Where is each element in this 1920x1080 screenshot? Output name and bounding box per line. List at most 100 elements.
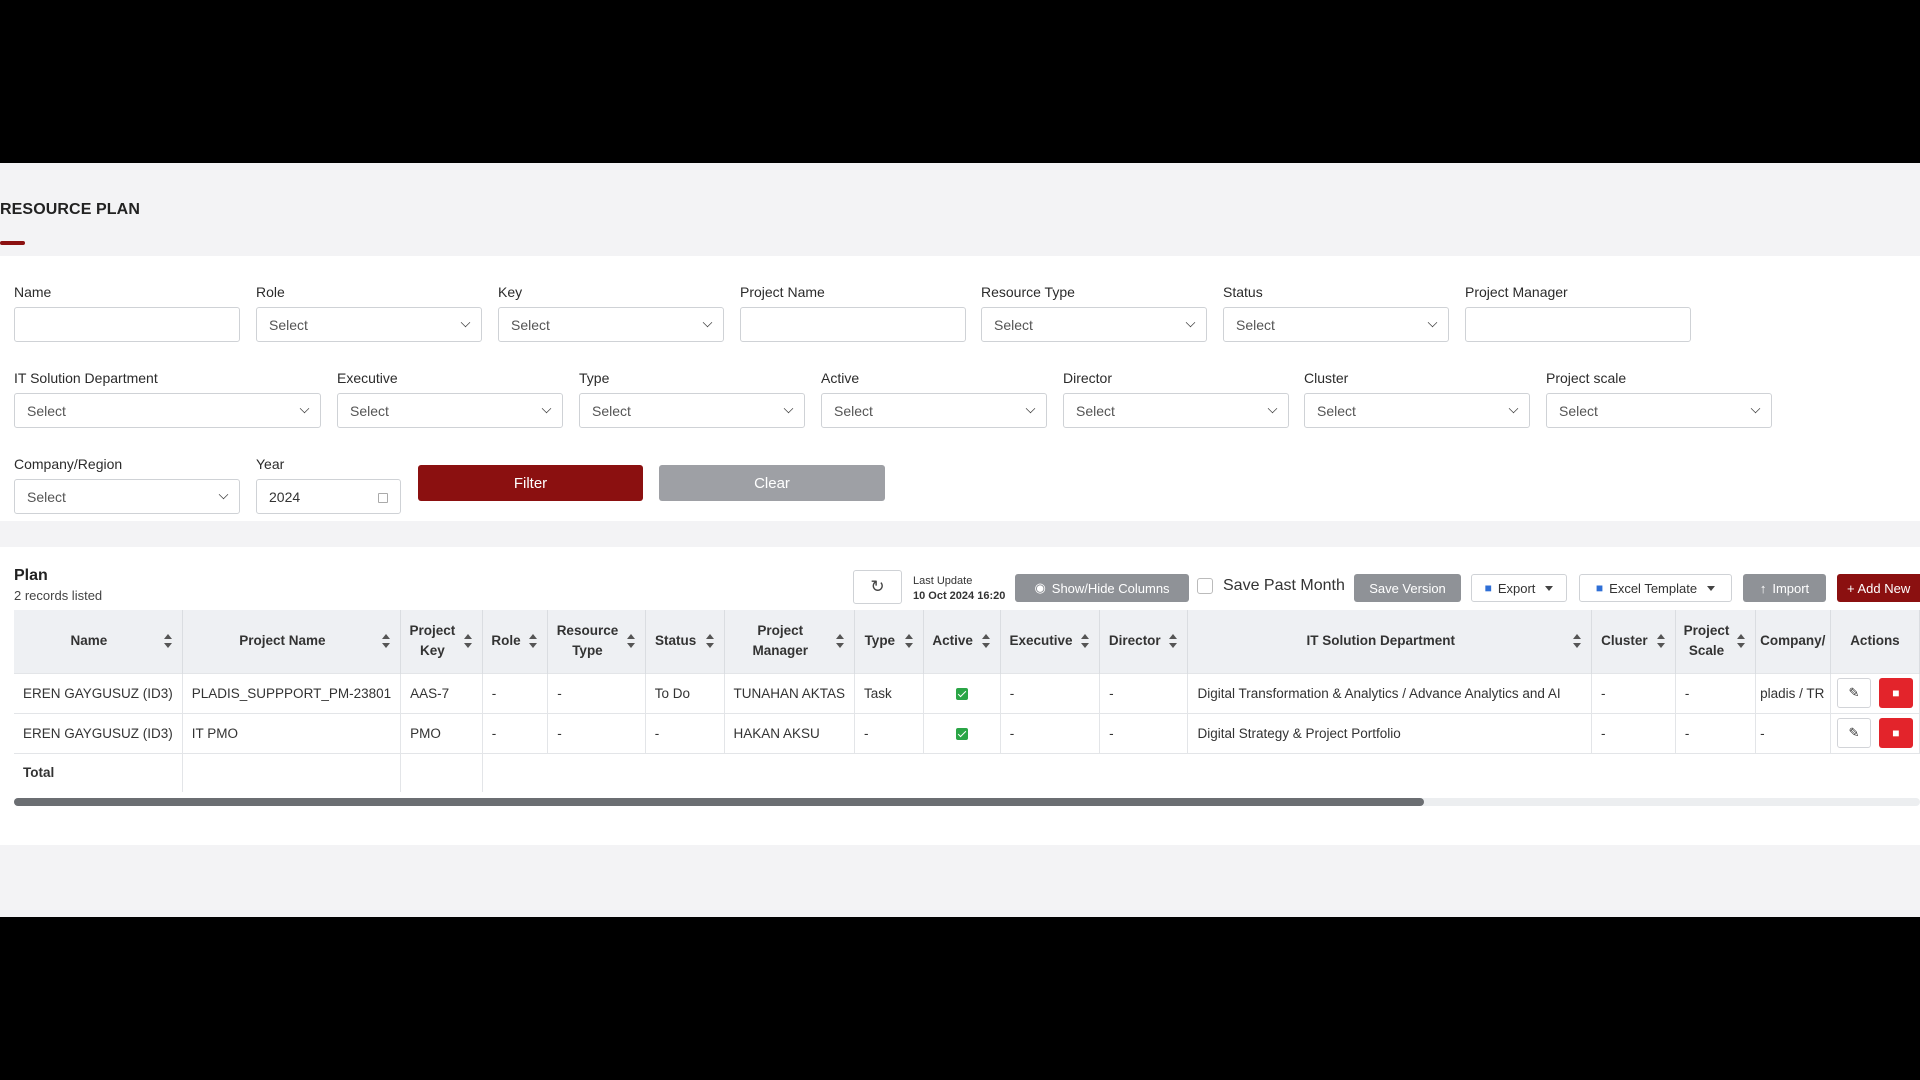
cluster-label: Cluster (1304, 370, 1349, 386)
edit-icon: ✎ (1848, 725, 1860, 740)
edit-button[interactable]: ✎ (1836, 678, 1871, 708)
sort-icon (1169, 634, 1178, 649)
sort-icon (705, 634, 714, 649)
type-select[interactable]: Select (579, 393, 805, 428)
plan-table-wrapper: Name Project Name Project Key Role Resou… (14, 610, 1920, 794)
col-header-company[interactable]: Company/ (1755, 610, 1831, 673)
edit-button[interactable]: ✎ (1836, 718, 1871, 748)
file-icon: ■ (1484, 581, 1492, 595)
table-header-row: Name Project Name Project Key Role Resou… (14, 610, 1920, 673)
it-solution-department-select[interactable]: Select (14, 393, 321, 428)
cell-it-solution-department: Digital Strategy & Project Portfolio (1187, 712, 1592, 753)
project-scale-select[interactable]: Select (1546, 393, 1772, 428)
it-solution-department-label: IT Solution Department (14, 370, 158, 386)
delete-button[interactable]: ■ (1878, 678, 1913, 708)
director-select[interactable]: Select (1063, 393, 1289, 428)
director-label: Director (1063, 370, 1113, 386)
col-header-resource-type[interactable]: Resource Type (547, 610, 646, 673)
refresh-button[interactable]: ↻ (853, 570, 902, 604)
import-button[interactable]: ↑ Import (1743, 574, 1826, 602)
total-label: Total (14, 752, 183, 792)
trash-icon: ■ (1892, 686, 1900, 700)
executive-select[interactable]: Select (337, 393, 563, 428)
refresh-icon: ↻ (870, 577, 885, 596)
name-label: Name (14, 284, 52, 300)
save-version-button[interactable]: Save Version (1354, 574, 1461, 602)
upload-icon: ↑ (1759, 580, 1767, 596)
resource-plan-app: RESOURCE PLAN Name Role Select Key Selec… (0, 163, 1920, 917)
col-header-project-manager[interactable]: Project Manager (724, 610, 856, 673)
cell-type: Task (854, 672, 924, 713)
edit-icon: ✎ (1848, 685, 1860, 700)
active-select[interactable]: Select (821, 393, 1047, 428)
status-field: Status Select (1223, 284, 1449, 342)
cluster-select[interactable]: Select (1304, 393, 1530, 428)
status-label: Status (1223, 284, 1263, 300)
col-header-active[interactable]: Active (923, 610, 1001, 673)
cell-actions: ✎ ■ (1830, 712, 1920, 753)
project-name-label: Project Name (740, 284, 825, 300)
last-update: Last Update 10 Oct 2024 16:20 (913, 574, 1005, 604)
chevron-down-icon (1025, 403, 1036, 414)
col-header-type[interactable]: Type (854, 610, 924, 673)
chevron-down-icon (299, 403, 310, 414)
excel-template-button[interactable]: ■ Excel Template (1579, 574, 1732, 602)
export-button[interactable]: ■ Export (1471, 574, 1567, 602)
col-header-it-solution-department[interactable]: IT Solution Department (1187, 610, 1592, 673)
col-header-executive[interactable]: Executive (1000, 610, 1101, 673)
status-select[interactable]: Select (1223, 307, 1449, 342)
save-past-month[interactable]: Save Past Month (1197, 577, 1345, 595)
project-manager-label: Project Manager (1465, 284, 1568, 300)
sort-icon (529, 634, 538, 649)
delete-button[interactable]: ■ (1878, 718, 1913, 748)
cell-active (923, 712, 1001, 753)
plan-panel: Plan 2 records listed ↻ Last Update 10 O… (0, 547, 1920, 845)
cell-actions: ✎ ■ (1830, 672, 1920, 713)
col-header-name[interactable]: Name (14, 610, 183, 673)
name-input[interactable] (14, 307, 240, 342)
project-manager-input[interactable] (1465, 307, 1691, 342)
director-field: Director Select (1063, 370, 1289, 428)
col-header-project-key[interactable]: Project Key (400, 610, 483, 673)
cluster-select-value: Select (1317, 402, 1356, 419)
sort-icon (382, 634, 391, 649)
save-past-month-checkbox[interactable] (1197, 578, 1213, 594)
role-select[interactable]: Select (256, 307, 482, 342)
cell-role: - (482, 712, 549, 753)
sort-icon (904, 634, 913, 649)
active-field: Active Select (821, 370, 1047, 428)
key-select[interactable]: Select (498, 307, 724, 342)
add-new-button[interactable]: + Add New (1837, 574, 1920, 602)
cell-company: - (1755, 712, 1831, 753)
company-region-field: Company/Region Select (14, 456, 240, 514)
horizontal-scrollbar-thumb[interactable] (14, 798, 1424, 806)
cell-name: EREN GAYGUSUZ (ID3) (14, 712, 183, 753)
cell-project-key: PMO (400, 712, 483, 753)
cell-director: - (1099, 712, 1189, 753)
year-picker[interactable]: 2024 (256, 479, 401, 514)
resource-type-select[interactable]: Select (981, 307, 1207, 342)
executive-field: Executive Select (337, 370, 563, 428)
col-header-role[interactable]: Role (482, 610, 549, 673)
col-header-status[interactable]: Status (645, 610, 725, 673)
col-header-director[interactable]: Director (1099, 610, 1189, 673)
company-region-select-value: Select (27, 488, 66, 505)
cell-executive: - (1000, 712, 1101, 753)
title-underline (0, 241, 25, 245)
last-update-label: Last Update (913, 575, 973, 587)
cell-name: EREN GAYGUSUZ (ID3) (14, 672, 183, 713)
show-hide-columns-button[interactable]: ◉ Show/Hide Columns (1015, 574, 1189, 602)
cell-project-name: IT PMO (182, 712, 402, 753)
active-label: Active (821, 370, 860, 386)
sort-icon (463, 634, 472, 649)
col-header-cluster[interactable]: Cluster (1591, 610, 1676, 673)
filter-button[interactable]: Filter (418, 465, 643, 501)
clear-button[interactable]: Clear (659, 465, 885, 501)
company-region-select[interactable]: Select (14, 479, 240, 514)
total-row: Total (14, 752, 1920, 792)
col-header-project-scale[interactable]: Project Scale (1675, 610, 1757, 673)
project-name-input[interactable] (740, 307, 966, 342)
cell-status: To Do (645, 672, 725, 713)
cell-active (923, 672, 1001, 713)
col-header-project-name[interactable]: Project Name (182, 610, 402, 673)
